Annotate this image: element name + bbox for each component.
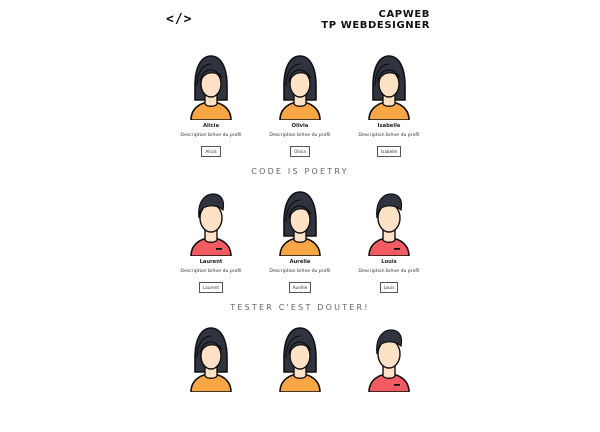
man-avatar-icon [190, 193, 232, 256]
profile-name: Louis [381, 259, 397, 265]
profile-button[interactable]: Louis [379, 282, 399, 293]
profile-name: Olivia [291, 123, 309, 129]
profile-row-2: Laurent Description brève du profil Laur… [0, 186, 600, 296]
profile-card: Aurélie Description brève du profil Auré… [255, 186, 345, 293]
profile-button[interactable]: Aurélie [288, 282, 312, 293]
profile-name: Laurent [199, 259, 223, 265]
brand-title: CAPWEB TP WEBDESIGNER [321, 9, 430, 31]
woman-avatar-icon [190, 55, 232, 120]
banner-tester-cest-douter: TESTER C'EST DOUTER! [230, 303, 370, 312]
profile-button[interactable]: Laurent [198, 282, 224, 293]
woman-avatar-icon [279, 327, 321, 392]
woman-avatar-icon [279, 191, 321, 256]
profile-description: Description brève du profil [358, 269, 420, 274]
man-avatar-icon [368, 329, 410, 392]
brand-line-2: TP WEBDESIGNER [321, 20, 430, 31]
profile-card [166, 322, 256, 392]
profile-card [255, 322, 345, 392]
profile-card: Louis Description brève du profil Louis [344, 186, 434, 293]
profile-card: Isabelle Description brève du profil Isa… [344, 50, 434, 157]
profile-row-1: Alicia Description brève du profil Alici… [0, 50, 600, 160]
profile-description: Description brève du profil [269, 269, 331, 274]
woman-avatar-icon [190, 327, 232, 392]
profile-description: Description brève du profil [358, 133, 420, 138]
profile-row-3 [0, 322, 600, 432]
profile-card: Laurent Description brève du profil Laur… [166, 186, 256, 293]
banner-code-is-poetry: CODE IS POETRY [251, 167, 349, 176]
brand-line-1: CAPWEB [378, 9, 430, 20]
profile-card: Alicia Description brève du profil Alici… [166, 50, 256, 157]
profile-name: Aurélie [289, 259, 311, 265]
profile-description: Description brève du profil [180, 133, 242, 138]
profile-card [344, 322, 434, 392]
profile-button[interactable]: Alicia [201, 146, 221, 157]
profile-name: Isabelle [377, 123, 401, 129]
man-avatar-icon [368, 193, 410, 256]
woman-avatar-icon [279, 55, 321, 120]
code-logo-icon[interactable]: </> [166, 12, 192, 27]
profile-button[interactable]: Olivia [290, 146, 310, 157]
profile-button[interactable]: Isabelle [376, 146, 402, 157]
profile-description: Description brève du profil [269, 133, 331, 138]
profile-card: Olivia Description brève du profil Olivi… [255, 50, 345, 157]
site-header: </> CAPWEB TP WEBDESIGNER [0, 0, 600, 40]
woman-avatar-icon [368, 55, 410, 120]
profile-description: Description brève du profil [180, 269, 242, 274]
profile-name: Alicia [203, 123, 219, 129]
